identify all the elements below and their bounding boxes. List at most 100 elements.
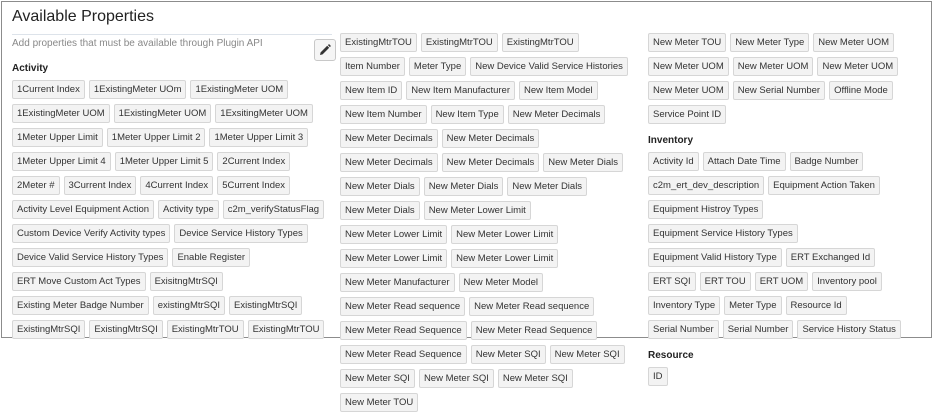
property-tag[interactable]: Attach Date Time <box>702 152 786 171</box>
property-tag[interactable]: ExistingMtrSQI <box>89 320 163 339</box>
property-tag[interactable]: New Meter Dials <box>340 201 420 220</box>
property-tag[interactable]: Existing Meter Badge Number <box>12 296 149 315</box>
property-tag[interactable]: ERT UOM <box>754 272 809 291</box>
property-tag[interactable]: New Meter Model <box>458 273 543 292</box>
property-tag[interactable]: New Meter Lower Limit <box>451 225 559 244</box>
property-tag[interactable]: New Serial Number <box>732 81 826 100</box>
property-tag[interactable]: New Meter UOM <box>732 57 814 76</box>
property-tag[interactable]: New Meter Read sequence <box>340 297 466 316</box>
property-tag[interactable]: ExistingMtrTOU <box>166 320 244 339</box>
property-tag[interactable]: c2m_ert_dev_description <box>648 176 765 195</box>
property-tag[interactable]: Equipment Histroy Types <box>648 200 764 219</box>
property-tag[interactable]: New Meter Dials <box>340 177 420 196</box>
property-tag[interactable]: Item Number <box>340 57 405 76</box>
property-tag[interactable]: Badge Number <box>789 152 864 171</box>
property-tag[interactable]: New Device Valid Service Histories <box>470 57 628 76</box>
property-tag[interactable]: 1Current Index <box>12 80 85 99</box>
property-tag[interactable]: 1Meter Upper Limit 4 <box>12 152 111 171</box>
property-tag[interactable]: ExistingMtrTOU <box>420 33 498 52</box>
property-tag[interactable]: New Meter Decimals <box>441 129 540 148</box>
property-tag[interactable]: Activity Level Equipment Action <box>12 200 155 219</box>
property-tag[interactable]: ERT Move Custom Act Types <box>12 272 146 291</box>
property-tag[interactable]: ERT TOU <box>699 272 751 291</box>
property-tag[interactable]: New Meter Decimals <box>507 105 606 124</box>
property-tag[interactable]: New Meter Manufacturer <box>340 273 455 292</box>
property-tag[interactable]: New Meter Decimals <box>441 153 540 172</box>
property-tag[interactable]: New Meter Lower Limit <box>423 201 531 220</box>
property-tag[interactable]: Inventory Type <box>648 296 721 315</box>
property-tag[interactable]: ERT Exchanged Id <box>785 248 876 267</box>
property-tag[interactable]: Activity Id <box>648 152 699 171</box>
property-tag[interactable]: Serial Number <box>648 320 719 339</box>
property-tag[interactable]: New Item ID <box>340 81 403 100</box>
property-tag[interactable]: New Meter UOM <box>813 33 895 52</box>
property-tag[interactable]: New Meter Lower Limit <box>340 249 448 268</box>
property-tag[interactable]: Inventory pool <box>812 272 882 291</box>
property-tag[interactable]: 1Meter Upper Limit 2 <box>106 128 206 147</box>
property-tag[interactable]: c2m_verifyStatusFlag <box>222 200 325 219</box>
edit-button[interactable] <box>314 39 336 61</box>
property-tag[interactable]: 2Current Index <box>217 152 291 171</box>
property-tag[interactable]: New Item Model <box>519 81 598 100</box>
property-tag[interactable]: New Meter TOU <box>648 33 727 52</box>
property-tag[interactable]: Device Service History Types <box>174 224 308 243</box>
property-tag[interactable]: New Meter Lower Limit <box>451 249 559 268</box>
property-tag[interactable]: 1ExistingMeter UOM <box>190 80 289 99</box>
property-tag[interactable]: New Item Type <box>430 105 504 124</box>
property-tag[interactable]: 1ExistingMeter UOm <box>88 80 187 99</box>
property-tag[interactable]: 4Current Index <box>140 176 214 195</box>
property-tag[interactable]: Serial Number <box>722 320 794 339</box>
property-tag[interactable]: 2Meter # <box>12 176 60 195</box>
property-tag[interactable]: ExistingMtrTOU <box>247 320 325 339</box>
property-tag[interactable]: New Meter Lower Limit <box>340 225 448 244</box>
property-tag[interactable]: New Meter Read Sequence <box>470 321 598 340</box>
property-tag[interactable]: 3Current Index <box>63 176 137 195</box>
property-tag[interactable]: Custom Device Verify Activity types <box>12 224 171 243</box>
property-tag[interactable]: 1ExistingMeter UOM <box>113 104 212 123</box>
property-tag[interactable]: New Item Manufacturer <box>406 81 515 100</box>
property-tag[interactable]: Meter Type <box>724 296 782 315</box>
property-tag[interactable]: 1Meter Upper Limit 5 <box>114 152 214 171</box>
property-tag[interactable]: New Meter SQI <box>340 369 415 388</box>
property-tag[interactable]: ID <box>648 367 668 386</box>
property-tag[interactable]: New Meter Read Sequence <box>340 345 467 364</box>
property-tag[interactable]: New Meter SQI <box>418 369 494 388</box>
property-tag[interactable]: Service Point ID <box>648 105 727 124</box>
property-tag[interactable]: New Meter UOM <box>817 57 899 76</box>
property-tag[interactable]: 1Meter Upper Limit 3 <box>209 128 309 147</box>
property-tag[interactable]: 1Meter Upper Limit <box>12 128 103 147</box>
property-tag[interactable]: existingMtrSQI <box>152 296 226 315</box>
property-tag[interactable]: ExistingMtrTOU <box>501 33 579 52</box>
property-tag[interactable]: New Meter SQI <box>470 345 546 364</box>
property-tag[interactable]: ERT SQI <box>648 272 696 291</box>
property-tag[interactable]: New Meter UOM <box>648 81 729 100</box>
property-tag[interactable]: 1ExistingMeter UOM <box>12 104 110 123</box>
property-tag[interactable]: ExistingMtrSQI <box>12 320 86 339</box>
property-tag[interactable]: 1ExsitingMeter UOM <box>215 104 313 123</box>
property-tag[interactable]: New Meter TOU <box>340 393 419 412</box>
property-tag[interactable]: Resource Id <box>785 296 847 315</box>
property-tag[interactable]: New Item Number <box>340 105 427 124</box>
property-tag[interactable]: ExistingMtrSQI <box>229 296 303 315</box>
property-tag[interactable]: Service History Status <box>797 320 901 339</box>
property-tag[interactable]: New Meter Type <box>730 33 810 52</box>
property-tag[interactable]: Equipment Service History Types <box>648 224 798 243</box>
property-tag[interactable]: New Meter Dials <box>543 153 623 172</box>
property-tag[interactable]: Offline Mode <box>829 81 893 100</box>
property-tag[interactable]: New Meter Read sequence <box>469 297 595 316</box>
property-tag[interactable]: Equipment Valid History Type <box>648 248 782 267</box>
property-tag[interactable]: 5Current Index <box>217 176 291 195</box>
property-tag[interactable]: New Meter Decimals <box>340 153 438 172</box>
property-tag[interactable]: New Meter Read Sequence <box>340 321 467 340</box>
property-tag[interactable]: Meter Type <box>408 57 467 76</box>
property-tag[interactable]: New Meter SQI <box>549 345 625 364</box>
property-tag[interactable]: Enable Register <box>172 248 251 267</box>
property-tag[interactable]: Activity type <box>158 200 219 219</box>
property-tag[interactable]: ExisitngMtrSQI <box>149 272 223 291</box>
property-tag[interactable]: New Meter Decimals <box>340 129 438 148</box>
property-tag[interactable]: Device Valid Service History Types <box>12 248 169 267</box>
property-tag[interactable]: Equipment Action Taken <box>768 176 880 195</box>
property-tag[interactable]: New Meter Dials <box>507 177 588 196</box>
property-tag[interactable]: New Meter SQI <box>497 369 573 388</box>
property-tag[interactable]: New Meter UOM <box>648 57 729 76</box>
